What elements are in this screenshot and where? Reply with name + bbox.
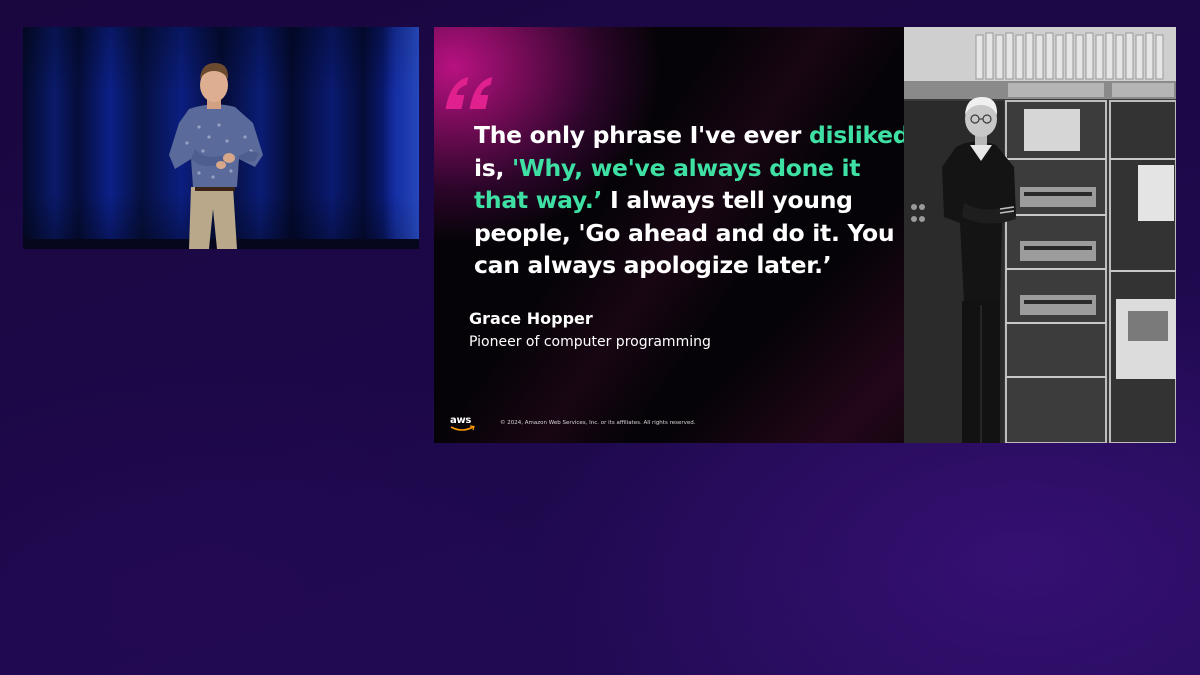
quote-text: The only phrase I've ever disliked is, '… (474, 119, 914, 282)
speaker-video-feed (23, 27, 419, 249)
speaker-figure (23, 63, 419, 249)
quote-part-1: The only phrase I've ever (474, 121, 809, 149)
presentation-slide: The only phrase I've ever disliked is, '… (434, 27, 1176, 443)
grace-hopper-photo (904, 27, 1176, 443)
quote-highlight-disliked: disliked (808, 121, 910, 149)
photo-illustration (904, 27, 1176, 443)
aws-logo-icon: aws (450, 415, 476, 433)
copyright-notice: © 2024, Amazon Web Services, Inc. or its… (500, 420, 696, 426)
quote-part-2: is, (474, 153, 512, 182)
aws-smile-icon (450, 425, 475, 431)
author-title: Pioneer of computer programming (469, 334, 711, 350)
author-name: Grace Hopper (469, 309, 593, 328)
open-quote-icon (445, 77, 493, 109)
